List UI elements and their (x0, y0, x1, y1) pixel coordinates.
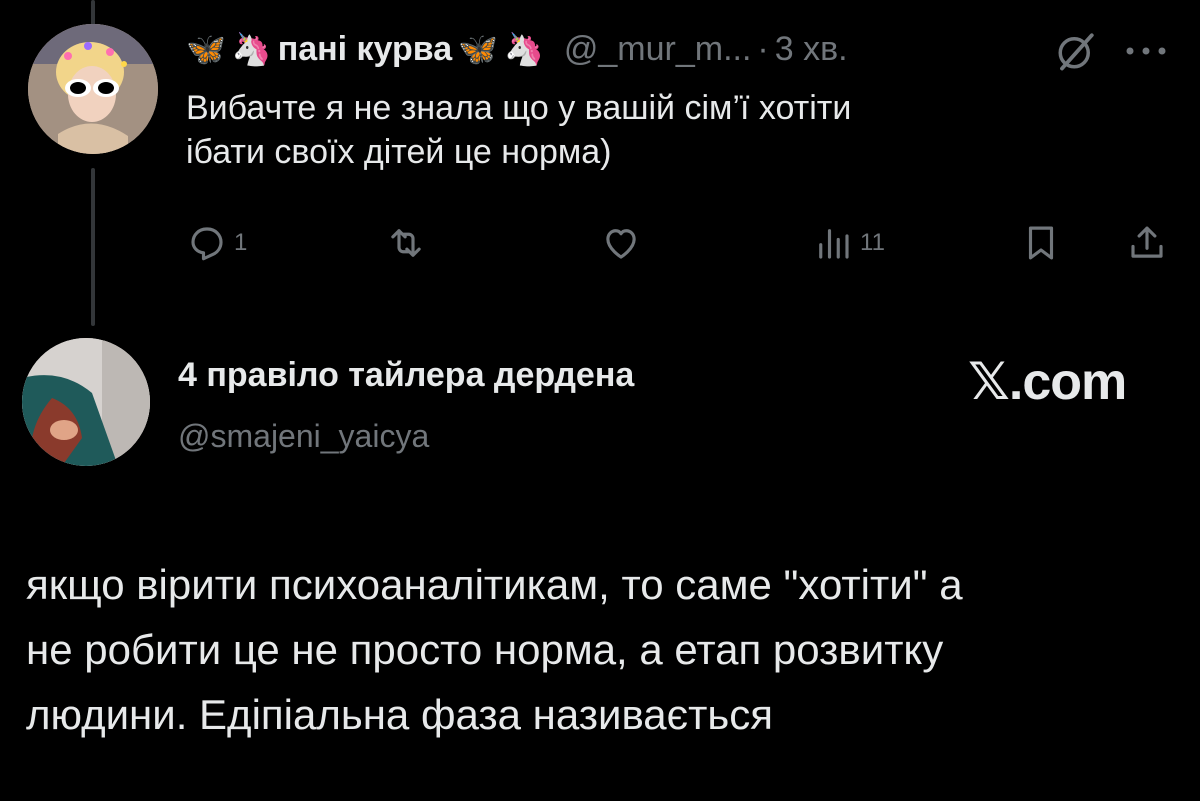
retweet-button[interactable] (385, 220, 433, 266)
like-icon (606, 229, 636, 259)
unicorn-emoji: 🦄 (231, 31, 272, 67)
grok-icon[interactable] (1055, 30, 1097, 72)
timestamp[interactable]: 3 хв. (775, 30, 848, 69)
share-button[interactable] (1126, 220, 1168, 266)
bookmark-button[interactable] (1020, 220, 1062, 266)
thread-line-bottom (91, 168, 95, 326)
display-name[interactable]: пані курва (278, 30, 452, 69)
more-icon[interactable] (1124, 46, 1168, 56)
avatar-image (22, 338, 150, 466)
tweet-text: Вибачте я не знала що у вашій сім’ї хоті… (186, 89, 852, 171)
x-com-logo: 𝕏.com (968, 353, 1127, 411)
retweet-icon (391, 229, 421, 257)
avatar-image (28, 24, 158, 154)
avatar[interactable] (28, 24, 158, 154)
views-icon (819, 229, 849, 259)
views-count: 11 (860, 229, 885, 256)
quoted-user-handle[interactable]: @smajeni_yaicya (178, 418, 429, 455)
share-icon (1131, 226, 1163, 258)
bookmark-icon (1028, 226, 1054, 260)
butterfly-emoji: 🦋 (186, 31, 226, 67)
quoted-tweet-text: якщо вірити психоаналітикам, то саме "хо… (26, 561, 963, 738)
reply-icon (191, 227, 223, 261)
views-button[interactable]: 11 (812, 220, 885, 266)
butterfly-emoji: 🦋 (458, 31, 499, 67)
like-button[interactable] (600, 220, 648, 266)
tweet-header: 🦋 🦄 пані курва 🦋 🦄 @_mur_m... · 3 хв. (186, 24, 848, 74)
quoted-display-name[interactable]: 4 правіло тайлера дердена (178, 356, 634, 395)
user-handle[interactable]: @_mur_m... (564, 30, 752, 69)
avatar[interactable] (22, 338, 150, 466)
unicorn-emoji: 🦄 (504, 31, 544, 67)
reply-count: 1 (234, 229, 248, 256)
reply-button[interactable]: 1 (186, 220, 247, 266)
separator: · (757, 29, 769, 68)
